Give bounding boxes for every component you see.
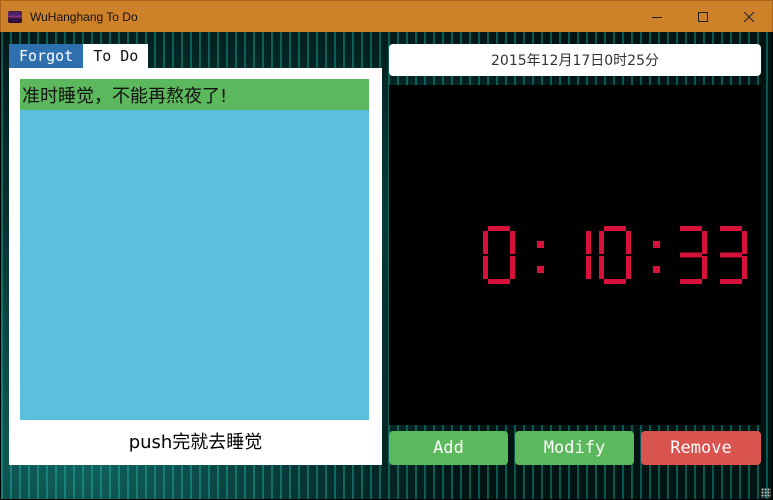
- colon-dot: [653, 241, 660, 248]
- list-item[interactable]: 准时睡觉，不能再熬夜了!: [20, 79, 369, 110]
- segment-b: [702, 231, 707, 254]
- maximize-icon: [698, 12, 708, 22]
- close-button[interactable]: [726, 1, 772, 33]
- clock-panel: [389, 85, 761, 425]
- clock-digit-0: [483, 226, 515, 284]
- notes-panel: 准时睡觉，不能再熬夜了! push完就去睡觉: [9, 68, 382, 465]
- remove-button[interactable]: Remove: [641, 431, 761, 465]
- segment-d: [488, 279, 510, 284]
- segment-b: [626, 231, 631, 254]
- segment-d: [680, 279, 702, 284]
- segment-e: [483, 256, 488, 279]
- minimize-icon: [652, 17, 662, 18]
- window-controls: [634, 1, 772, 33]
- segment-d: [604, 279, 626, 284]
- note-caption: push完就去睡觉: [128, 432, 263, 453]
- colon-dot: [537, 266, 544, 273]
- clock-digit-1: [586, 231, 591, 279]
- segment-c: [586, 256, 591, 279]
- add-button[interactable]: Add: [389, 431, 508, 465]
- clock-digit-4: [720, 226, 747, 284]
- window-title: WuHanghang To Do: [30, 9, 138, 24]
- modify-button[interactable]: Modify: [515, 431, 634, 465]
- segment-b: [586, 231, 591, 254]
- clock-digit-3: [680, 226, 707, 284]
- segment-f: [599, 231, 604, 254]
- app-icon: [8, 10, 22, 23]
- segment-g: [680, 252, 702, 258]
- segment-c: [626, 256, 631, 279]
- segment-c: [702, 256, 707, 279]
- segment-d: [720, 279, 742, 284]
- segment-c: [510, 256, 515, 279]
- colon-dot: [653, 266, 660, 273]
- colon-dot: [537, 241, 544, 248]
- segment-e: [599, 256, 604, 279]
- segment-f: [483, 231, 488, 254]
- digital-clock: [483, 226, 747, 284]
- clock-colon: [537, 241, 544, 273]
- segment-a: [488, 226, 510, 231]
- tab-todo[interactable]: To Do: [83, 44, 149, 68]
- close-icon: [744, 12, 754, 22]
- clock-colon: [653, 241, 660, 273]
- date-display: 2015年12月17日0时25分: [389, 44, 761, 76]
- maximize-button[interactable]: [680, 1, 726, 33]
- notes-list[interactable]: 准时睡觉，不能再熬夜了!: [20, 79, 369, 420]
- resize-grip-icon[interactable]: [761, 488, 771, 498]
- segment-c: [742, 256, 747, 279]
- title-bar[interactable]: WuHanghang To Do: [0, 0, 773, 32]
- segment-g: [720, 252, 742, 258]
- minimize-button[interactable]: [634, 1, 680, 33]
- segment-a: [720, 226, 742, 231]
- tab-forgot[interactable]: Forgot: [9, 44, 84, 68]
- segment-b: [742, 231, 747, 254]
- tab-strip: Forgot To Do: [9, 44, 149, 68]
- segment-b: [510, 231, 515, 254]
- segment-a: [604, 226, 626, 231]
- clock-digit-2: [599, 226, 631, 284]
- segment-a: [680, 226, 702, 231]
